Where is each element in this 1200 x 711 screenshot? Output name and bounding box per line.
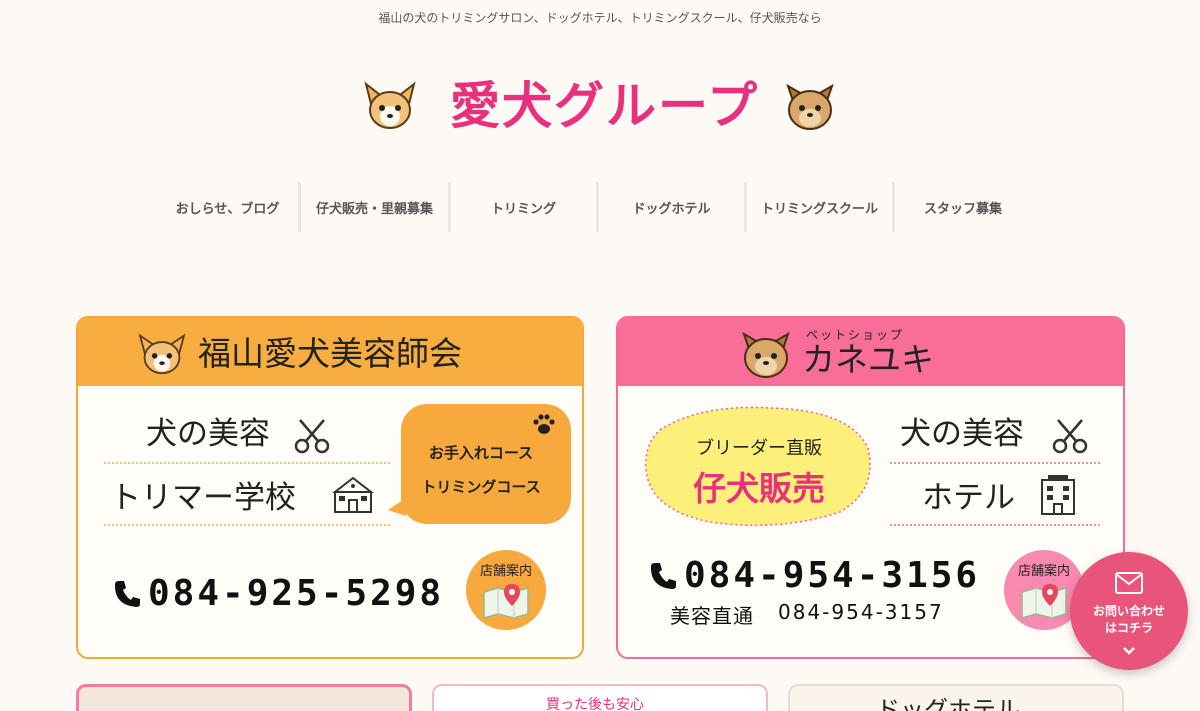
yorkie-logo-icon [786,83,834,130]
service-hotel[interactable]: ホテル [922,478,1015,518]
divider [104,462,390,464]
direct-line-label: 美容直通 [670,604,754,628]
scissors-icon [294,419,330,454]
course-trimming: トリミングコース [421,478,541,496]
chihuahua-icon [138,333,186,375]
map-pin-icon [1021,584,1067,619]
nav-item-puppy-sales[interactable]: 仔犬販売・里親募集 [301,182,451,232]
school-building-icon [332,476,374,513]
chevron-down-icon [1123,647,1135,655]
course-care: お手入れコース [428,444,534,462]
mail-icon [1115,572,1143,594]
nav-item-news-blog[interactable]: おしらせ、ブログ [157,182,301,232]
bottom-card-hotel[interactable]: ドッグホテル [788,684,1124,711]
direct-line-number[interactable]: 084-954-3157 [778,600,944,624]
scissors-icon [1052,419,1088,454]
sale-title: 仔犬販売 [693,469,825,508]
nav-item-staff-recruit[interactable]: スタッフ募集 [895,182,1031,232]
service-grooming[interactable]: 犬の美容 [146,414,270,454]
logo-text: 愛犬グループ [450,77,759,135]
nav-item-dog-hotel[interactable]: ドッグホテル [599,182,747,232]
phone-icon [114,581,140,607]
phone-icon [650,563,676,589]
kaneyuki-card: ペットショップ カネユキ ブリーダー直販 仔犬販売 犬の美容 ホテル 084-9… [616,316,1125,659]
contact-button[interactable]: お問い合わせ はコチラ [1070,552,1188,670]
service-trimmer-school[interactable]: トリマー学校 [110,478,296,518]
divider [890,524,1100,526]
contact-label-1: お問い合わせ [1092,604,1165,618]
bottom-card-text: 買った後も安心 [546,697,644,711]
store-info-button[interactable]: 店舗案内 [466,550,546,630]
bottom-card-puppy[interactable]: 買った後も安心 [432,684,768,711]
card-header: 福山愛犬美容師会 [78,318,582,386]
card-header: ペットショップ カネユキ [618,318,1123,386]
phone-number[interactable]: 084-954-3156 [684,556,980,596]
paw-icon [533,414,555,434]
map-pin-icon [483,584,529,619]
divider [104,524,390,526]
site-logo[interactable]: 愛犬グループ [360,74,840,138]
bottom-card-grooming[interactable] [76,684,412,711]
divider [890,462,1100,464]
bubble-tail [388,498,406,516]
contact-label-2: はコチラ [1104,621,1153,635]
bottom-card-title: ドッグホテル [876,696,1020,711]
phone-number[interactable]: 084-925-5298 [148,574,444,614]
global-nav: おしらせ、ブログ 仔犬販売・里親募集 トリミング ドッグホテル トリミングスクー… [157,182,1031,232]
nav-item-trimming[interactable]: トリミング [451,182,599,232]
card-title: カネユキ [802,340,934,379]
card-title: 福山愛犬美容師会 [198,334,462,373]
sale-subtitle: ブリーダー直販 [696,438,822,459]
course-bubble[interactable]: お手入れコース トリミングコース [401,404,571,524]
hotel-building-icon [1041,475,1075,515]
yorkie-icon [742,331,790,378]
site-tagline: 福山の犬のトリミングサロン、ドッグホテル、トリミングスクール、仔犬販売なら [378,11,822,25]
store-info-label: 店舗案内 [1017,564,1070,579]
fukuyama-aiken-card: 福山愛犬美容師会 犬の美容 トリマー学校 お手入れコース トリミングコース 08… [76,316,584,659]
nav-item-trimming-school[interactable]: トリミングスクール [747,182,895,232]
service-grooming[interactable]: 犬の美容 [900,414,1024,454]
store-info-label: 店舗案内 [479,564,532,579]
puppy-sale-badge[interactable]: ブリーダー直販 仔犬販売 [640,400,878,532]
chihuahua-logo-icon [364,81,416,129]
